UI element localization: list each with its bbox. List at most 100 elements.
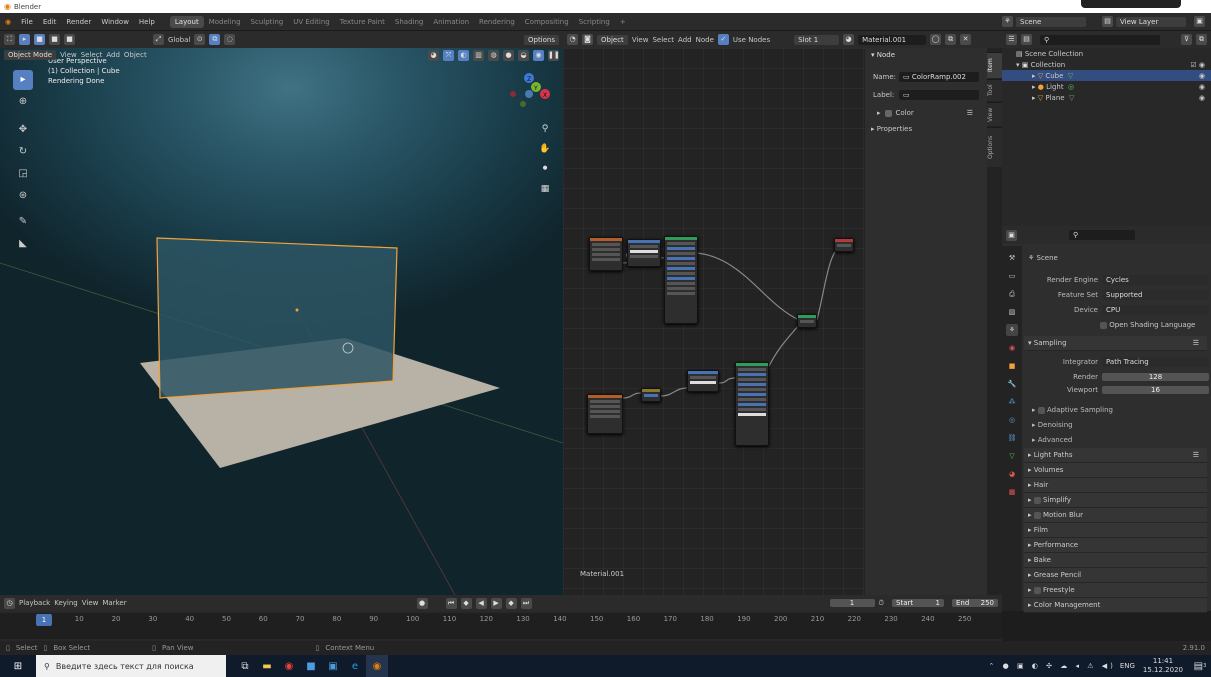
snap-icon[interactable]: ⧉ <box>209 34 221 45</box>
material-tab-icon[interactable]: ◕ <box>1006 468 1018 480</box>
scale-tool-icon[interactable]: ◲ <box>13 164 33 184</box>
transform-orientation[interactable]: Global <box>168 36 190 44</box>
render-tab-icon[interactable]: ▭ <box>1006 270 1018 282</box>
outliner-item-light[interactable]: ▸ ● Light ◎ ◉ <box>1002 81 1211 92</box>
color-presets-icon[interactable]: ☰ <box>967 109 987 117</box>
viewport-menu-select[interactable]: Select <box>81 51 103 59</box>
node-menu-node[interactable]: Node <box>696 36 714 44</box>
timeline-frames[interactable]: 1 10 20 30 40 50 60 70 80 90 100 110 120 130 140 150 16… <box>0 613 1002 639</box>
blender-menu-icon[interactable]: ◉ <box>0 18 16 26</box>
playback-menu[interactable]: Playback <box>19 599 50 607</box>
node-editor-type-icon[interactable]: ◔ <box>567 34 578 45</box>
timeline-editor-icon[interactable]: ◷ <box>4 597 15 609</box>
sampling-panel-header[interactable]: ▾ Sampling ☰ <box>1024 336 1207 351</box>
color-checkbox[interactable] <box>884 109 892 117</box>
shading-material-icon[interactable]: ◒ <box>518 49 529 61</box>
node-menu-add[interactable]: Add <box>678 36 692 44</box>
taskbar-search-input[interactable]: ⚲ Введите здесь текст для поиска <box>36 655 226 677</box>
select-box-mode-icon[interactable]: ■ <box>34 34 45 45</box>
shading-rendered-icon[interactable]: ◉ <box>533 49 544 61</box>
viewport-menu-view[interactable]: View <box>60 51 77 59</box>
menu-file[interactable]: File <box>16 18 38 26</box>
filter-icon[interactable]: ⊽ <box>1181 34 1192 45</box>
viewport-options-button[interactable]: Options <box>523 34 559 45</box>
texture-tab-icon[interactable]: ▩ <box>1006 486 1018 498</box>
shader-node[interactable] <box>797 314 817 328</box>
scene-selector[interactable]: Scene <box>1016 16 1086 27</box>
preview-range-icon[interactable]: ⏱ <box>879 599 884 608</box>
outliner-scene-collection[interactable]: ▤ Scene Collection <box>1002 48 1211 59</box>
viewport-samples-field[interactable]: 16 <box>1102 386 1209 394</box>
osl-checkbox[interactable] <box>1100 321 1107 329</box>
motion-blur-panel[interactable]: ▸ Motion Blur <box>1024 508 1207 523</box>
marker-menu[interactable]: Marker <box>102 599 126 607</box>
tab-item[interactable]: Item <box>987 52 1002 78</box>
outliner-item-cube[interactable]: ▸ ▽ Cube ▽ ◉ <box>1002 70 1211 81</box>
prev-keyframe-icon[interactable]: ◆ <box>460 597 472 609</box>
physics-tab-icon[interactable]: ◎ <box>1006 414 1018 426</box>
data-tab-icon[interactable]: ▽ <box>1006 450 1018 462</box>
language-indicator[interactable]: ENG <box>1120 662 1135 670</box>
shader-node[interactable] <box>735 362 769 446</box>
3d-viewport[interactable]: User Perspective (1) Collection | Cube R… <box>0 48 563 595</box>
shader-node[interactable] <box>627 239 661 267</box>
tab-layout[interactable]: Layout <box>169 15 204 28</box>
grease-pencil-panel[interactable]: ▸ Grease Pencil <box>1024 568 1207 583</box>
view-layer-tab-icon[interactable]: ▨ <box>1006 306 1018 318</box>
blender-taskbar-icon[interactable]: ◉ <box>366 655 388 677</box>
world-tab-icon[interactable]: ◉ <box>1006 342 1018 354</box>
scene-tab-icon[interactable]: ⚘ <box>1006 324 1018 336</box>
tab-modeling[interactable]: Modeling <box>204 16 246 28</box>
slot-selector[interactable]: Slot 1 <box>794 34 840 45</box>
color-management-panel[interactable]: ▸ Color Management <box>1024 598 1207 613</box>
properties-search-input[interactable]: ⚲ <box>1069 230 1135 240</box>
tab-shading[interactable]: Shading <box>390 16 428 28</box>
properties-editor-icon[interactable]: ▣ <box>1006 229 1017 241</box>
properties-subpanel[interactable]: ▸ Properties <box>865 122 987 136</box>
simplify-panel[interactable]: ▸ Simplify <box>1024 493 1207 508</box>
mode-selector[interactable]: Object Mode <box>4 50 57 60</box>
freestyle-checkbox[interactable] <box>1033 586 1041 594</box>
start-frame-field[interactable]: 1 <box>936 599 940 607</box>
gizmo-toggle-icon[interactable]: ⤧ <box>443 49 454 61</box>
tab-scripting[interactable]: Scripting <box>574 16 615 28</box>
menu-render[interactable]: Render <box>61 18 96 26</box>
unlink-material-icon[interactable]: ✕ <box>960 34 972 45</box>
shader-node[interactable] <box>664 236 698 324</box>
play-icon[interactable]: ▶ <box>490 597 502 609</box>
keying-menu[interactable]: Keying <box>54 599 78 607</box>
plane-visibility-icon[interactable]: ◉ <box>1199 94 1205 102</box>
render-engine-dropdown[interactable]: Cycles <box>1102 275 1209 285</box>
collection-visibility-icon[interactable]: ◉ <box>1199 61 1205 69</box>
hair-panel[interactable]: ▸ Hair <box>1024 478 1207 493</box>
use-nodes-checkbox[interactable]: ✓ <box>717 34 729 45</box>
tab-sculpting[interactable]: Sculpting <box>246 16 289 28</box>
node-menu-view[interactable]: View <box>632 36 649 44</box>
store-icon[interactable]: ▣ <box>322 655 344 677</box>
tab-rendering[interactable]: Rendering <box>474 16 520 28</box>
playhead[interactable]: 1 <box>36 614 52 626</box>
cursor-tool-icon[interactable]: ⊕ <box>13 92 33 112</box>
output-tab-icon[interactable]: ⎙ <box>1006 288 1018 300</box>
node-section-header[interactable]: ▾ Node <box>865 48 987 62</box>
next-keyframe-icon[interactable]: ◆ <box>505 597 517 609</box>
view-layer-selector[interactable]: View Layer <box>1116 16 1186 27</box>
performance-panel[interactable]: ▸ Performance <box>1024 538 1207 553</box>
current-frame-field[interactable]: 1 <box>829 599 875 607</box>
collection-exclude-checkbox[interactable]: ☑ <box>1190 61 1196 69</box>
node-label-field[interactable]: ▭ <box>899 90 979 100</box>
app-icon[interactable]: ■ <box>300 655 322 677</box>
add-workspace-button[interactable]: + <box>615 16 631 28</box>
new-collection-icon[interactable]: ⧉ <box>1196 34 1207 45</box>
constraints-tab-icon[interactable]: ⛓ <box>1006 432 1018 444</box>
integrator-dropdown[interactable]: Path Tracing <box>1102 357 1209 367</box>
tab-texture-paint[interactable]: Texture Paint <box>335 16 390 28</box>
shading-wireframe-icon[interactable]: ◍ <box>488 49 499 61</box>
system-tray-icons[interactable]: ⌃ ● ▣ ◐ ✣ ☁ ◂ ⚠ ◀) <box>989 662 1116 670</box>
pause-render-icon[interactable]: ❚❚ <box>548 49 560 61</box>
select-extend-icon[interactable]: ■ <box>49 34 60 45</box>
notification-center-icon[interactable]: ▤ 3 <box>1189 655 1211 677</box>
task-view-icon[interactable]: ⧉ <box>234 655 256 677</box>
bake-panel[interactable]: ▸ Bake <box>1024 553 1207 568</box>
modifier-tab-icon[interactable]: 🔧 <box>1006 378 1018 390</box>
